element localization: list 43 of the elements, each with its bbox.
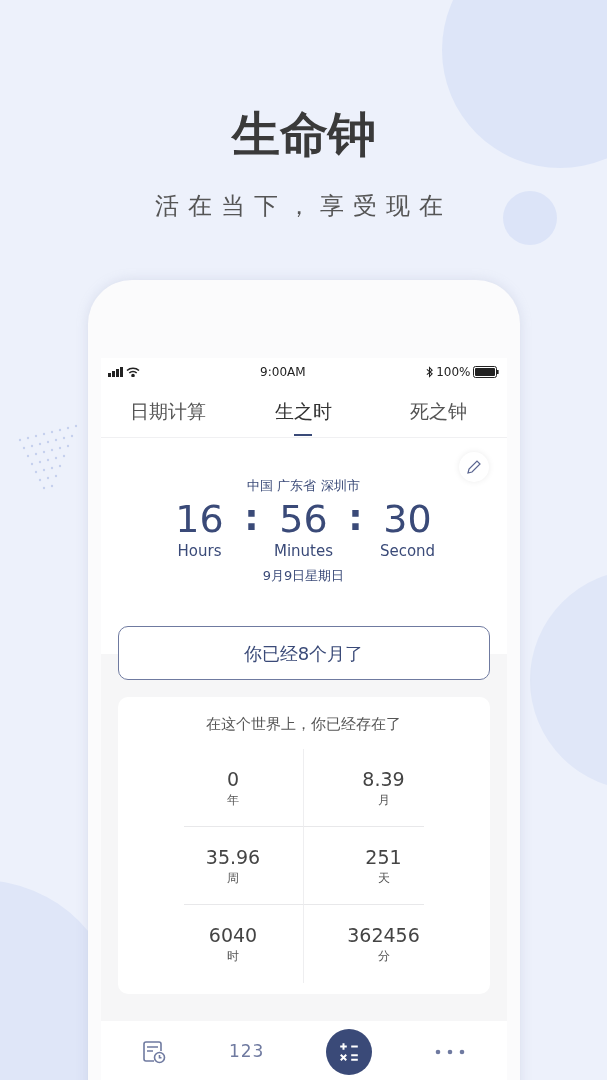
hero-subtitle: 活在当下，享受现在: [155, 191, 452, 222]
age-button[interactable]: 你已经8个月了: [117, 626, 490, 680]
time-separator: :: [243, 497, 260, 539]
tab[interactable]: 日期计算: [100, 385, 236, 437]
stat-unit: 年: [227, 791, 239, 809]
stat-value: 251: [365, 844, 402, 869]
time-unit-label: Hours: [177, 541, 222, 561]
date-text: 9月9日星期日: [262, 567, 345, 585]
time-value: 30: [383, 497, 432, 541]
stat-unit: 时: [227, 948, 239, 965]
battery-icon: [473, 365, 500, 378]
stat-unit: 月: [377, 791, 390, 809]
stat-value: 0: [226, 766, 240, 791]
status-time: 9:00AM: [260, 363, 306, 381]
hero-title: 生命钟: [231, 105, 376, 164]
location-text: 中国 广东省 深圳市: [247, 477, 360, 495]
time-unit-label: Minutes: [273, 541, 334, 561]
stat-value: 35.96: [205, 844, 261, 869]
stat-value: 362456: [347, 923, 420, 947]
signal-icon: [107, 366, 124, 377]
time-value: 56: [279, 497, 328, 541]
tab[interactable]: 死之钟: [371, 385, 507, 437]
dot-pattern: [18, 424, 78, 490]
stat-unit: 周: [227, 869, 239, 887]
more-icon[interactable]: [433, 1048, 466, 1056]
stat-unit: 天: [377, 869, 390, 887]
stats-title: 在这个世界上，你已经存在了: [206, 714, 401, 735]
stat-value: 6040: [208, 923, 258, 947]
battery-percent: 100%: [436, 363, 471, 381]
tab-indicator: [294, 434, 313, 436]
wifi-icon: [125, 366, 140, 377]
tab[interactable]: 生之时: [235, 385, 372, 437]
calculator-icon: [338, 1041, 360, 1063]
time-separator: :: [347, 497, 364, 539]
edit-icon[interactable]: [458, 452, 489, 482]
bluetooth-icon: [426, 365, 434, 378]
stat-value: 8.39: [362, 766, 405, 791]
time-unit-label: Second: [379, 541, 436, 561]
number-tab[interactable]: 123: [228, 1039, 265, 1065]
calendar-clock-icon[interactable]: [141, 1039, 168, 1065]
time-value: 16: [175, 497, 224, 541]
stat-unit: 分: [377, 948, 390, 965]
calculator-button[interactable]: [326, 1029, 372, 1075]
